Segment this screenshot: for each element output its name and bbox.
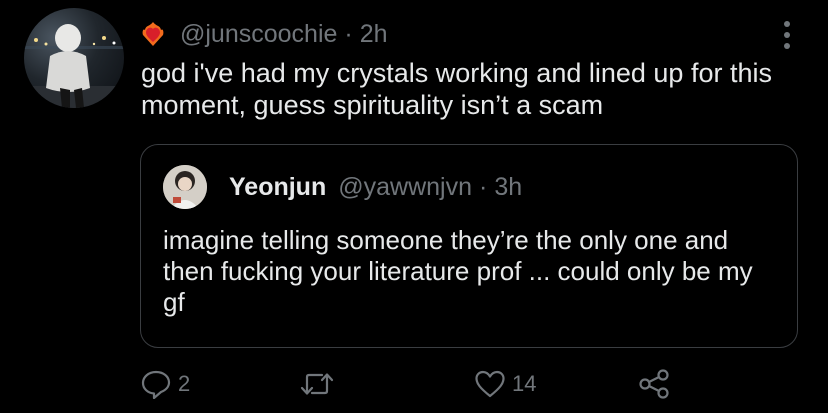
retweet-icon <box>300 370 334 398</box>
tweet-action-bar: 2 14 <box>140 366 700 402</box>
tweet[interactable]: @junscoochie · 2h god i've had my crysta… <box>0 0 828 413</box>
heart-on-fire-icon <box>140 20 166 48</box>
header-separator: · <box>344 19 353 48</box>
tweet-time[interactable]: 2h <box>360 20 388 49</box>
reply-button[interactable]: 2 <box>140 366 190 402</box>
quoted-user-avatar[interactable] <box>163 165 207 209</box>
share-button[interactable] <box>638 366 670 402</box>
vertical-dots-icon[interactable] <box>782 20 792 50</box>
like-button[interactable]: 14 <box>474 366 536 402</box>
quoted-user-handle[interactable]: @yawwnjvn <box>338 173 472 202</box>
user-avatar[interactable] <box>24 8 124 108</box>
like-count: 14 <box>512 371 537 396</box>
heart-icon <box>474 369 506 399</box>
quoted-tweet-header: Yeonjun @yawwnjvn · 3h <box>229 171 522 203</box>
quoted-user-name[interactable]: Yeonjun <box>229 173 326 202</box>
tweet-header: @junscoochie · 2h <box>140 17 388 51</box>
quoted-header-separator: · <box>479 172 488 201</box>
share-icon <box>638 369 670 399</box>
reply-icon <box>140 369 172 399</box>
quoted-tweet[interactable]: Yeonjun @yawwnjvn · 3h imagine telling s… <box>140 144 798 348</box>
quoted-tweet-text: imagine telling someone they’re the only… <box>163 225 753 317</box>
reply-count: 2 <box>178 371 191 396</box>
avatar-photo-icon <box>24 24 124 108</box>
quoted-tweet-time: 3h <box>494 172 523 201</box>
quoted-avatar-photo-icon <box>163 165 207 209</box>
retweet-button[interactable] <box>300 366 340 402</box>
tweet-text: god i've had my crystals working and lin… <box>141 58 772 120</box>
tweet-handle[interactable]: @junscoochie <box>180 20 337 49</box>
